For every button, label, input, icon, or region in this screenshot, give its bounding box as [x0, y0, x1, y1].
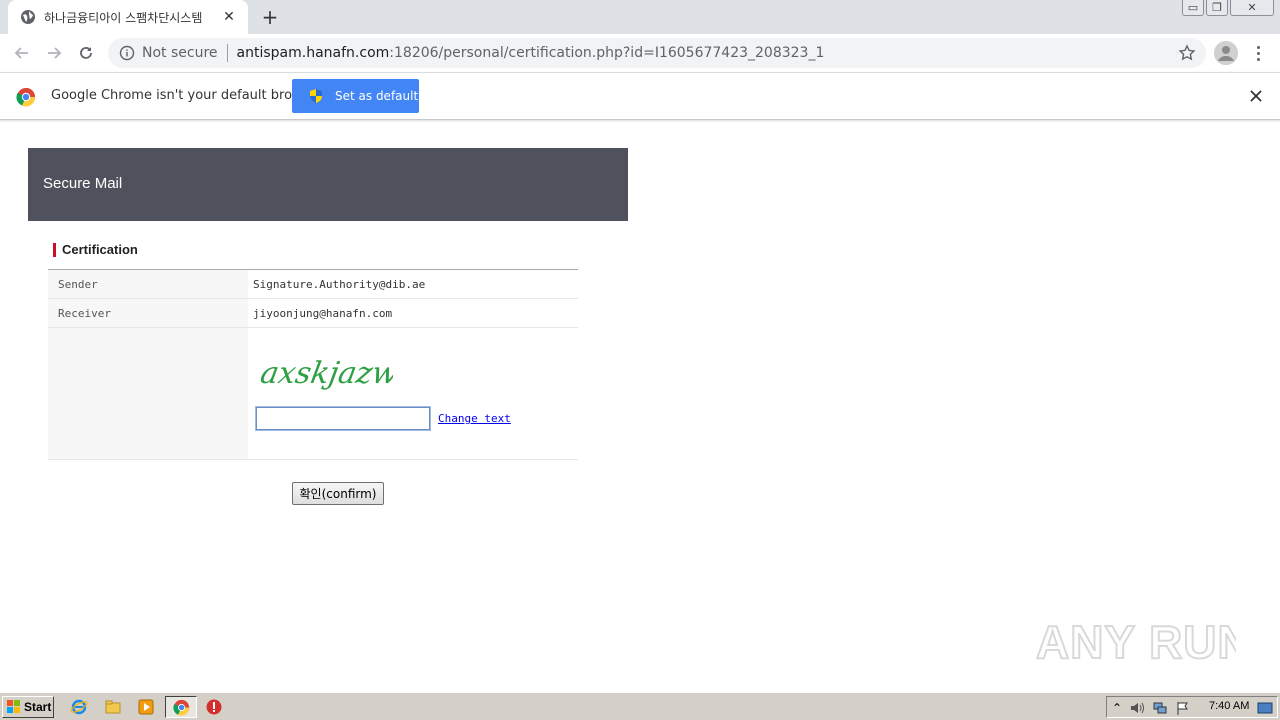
certification-table: Sender Signature.Authority@dib.ae Receiv… [48, 269, 578, 460]
system-tray: ⌃ 7:40 AM [1106, 696, 1278, 718]
window-controls: ▭ ❐ ✕ [1182, 0, 1274, 16]
security-label: Not secure [142, 45, 218, 61]
chrome-icon [173, 699, 190, 716]
chrome-taskbar-button[interactable] [165, 696, 197, 718]
clock: 7:40 AM [1209, 700, 1250, 712]
show-desktop-icon[interactable] [1257, 700, 1273, 716]
windows-logo-icon [6, 699, 22, 715]
explorer-folder-icon[interactable] [104, 698, 122, 716]
default-browser-infobar: Google Chrome isn't your default browser… [0, 72, 1280, 120]
watermark-text: ANY RUN [1036, 616, 1236, 668]
tab-title: 하나금융티아이 스팸차단시스템 [44, 10, 203, 25]
captcha-row: axskjazw Change text [48, 328, 578, 460]
page-title: Secure Mail [43, 175, 123, 192]
tab-close-icon[interactable]: ✕ [220, 8, 238, 26]
new-tab-button[interactable]: + [258, 5, 282, 29]
menu-icon[interactable] [1250, 42, 1266, 64]
stop-alert-icon[interactable] [205, 698, 223, 716]
section-marker [53, 242, 56, 257]
window-close-button[interactable]: ✕ [1230, 0, 1274, 16]
captcha-label-cell [48, 328, 248, 459]
bookmark-star-icon[interactable] [1178, 44, 1196, 62]
restore-button[interactable]: ❐ [1206, 0, 1228, 16]
globe-icon [20, 9, 36, 25]
minimize-button[interactable]: ▭ [1182, 0, 1204, 16]
internet-explorer-icon[interactable] [70, 698, 88, 716]
anyrun-watermark: ANY RUN [1036, 615, 1236, 669]
tab-strip: 하나금융티아이 스팸차단시스템 ✕ + ▭ ❐ ✕ [0, 0, 1280, 34]
captcha-text: axskjazw [258, 356, 393, 391]
address-divider [226, 44, 228, 62]
browser-toolbar: Not secure antispam.hanafn.com :18206/pe… [0, 34, 1280, 72]
browser-tab[interactable]: 하나금융티아이 스팸차단시스템 ✕ [8, 0, 248, 34]
certification-section-title: Certification [53, 242, 138, 257]
volume-icon[interactable] [1129, 700, 1145, 716]
change-text-link[interactable]: Change text [438, 412, 511, 425]
sender-label: Sender [48, 270, 248, 298]
table-row: Receiver jiyoonjung@hanafn.com [48, 299, 578, 328]
captcha-cell: axskjazw Change text [248, 328, 578, 459]
receiver-value: jiyoonjung@hanafn.com [253, 306, 393, 320]
receiver-label: Receiver [48, 299, 248, 327]
set-as-default-label: Set as default [335, 89, 419, 103]
infobar-message: Google Chrome isn't your default browser [51, 88, 323, 103]
media-player-icon[interactable] [137, 698, 155, 716]
reload-button[interactable] [70, 37, 102, 69]
captcha-image: axskjazw [258, 356, 393, 391]
section-title-text: Certification [62, 242, 138, 257]
action-center-flag-icon[interactable] [1175, 700, 1191, 716]
profile-avatar-icon[interactable] [1214, 41, 1238, 65]
back-button[interactable] [6, 37, 38, 69]
table-row: Sender Signature.Authority@dib.ae [48, 270, 578, 299]
start-label: Start [24, 700, 52, 714]
address-bar[interactable]: Not secure antispam.hanafn.com :18206/pe… [108, 38, 1206, 68]
windows-taskbar: Start ⌃ 7:40 AM [0, 692, 1280, 720]
captcha-input[interactable] [256, 407, 430, 430]
infobar-close-icon[interactable] [1248, 88, 1264, 104]
secure-mail-header: Secure Mail [28, 148, 628, 221]
forward-button[interactable] [38, 37, 70, 69]
chrome-logo-icon [16, 87, 36, 107]
url-path: :18206/personal/certification.php?id=I16… [389, 45, 825, 61]
start-button[interactable]: Start [2, 696, 54, 718]
network-icon[interactable] [1152, 700, 1168, 716]
uac-shield-icon [308, 88, 324, 104]
sender-value: Signature.Authority@dib.ae [253, 277, 426, 291]
info-icon[interactable] [118, 44, 136, 62]
set-as-default-button[interactable]: Set as default [292, 79, 419, 113]
arrow-left-icon [14, 47, 28, 59]
reload-icon [80, 47, 92, 59]
confirm-button[interactable]: 확인(confirm) [292, 482, 384, 505]
show-hidden-icons-icon[interactable]: ⌃ [1109, 700, 1125, 716]
arrow-right-icon [48, 47, 62, 59]
url-host: antispam.hanafn.com [236, 45, 390, 61]
